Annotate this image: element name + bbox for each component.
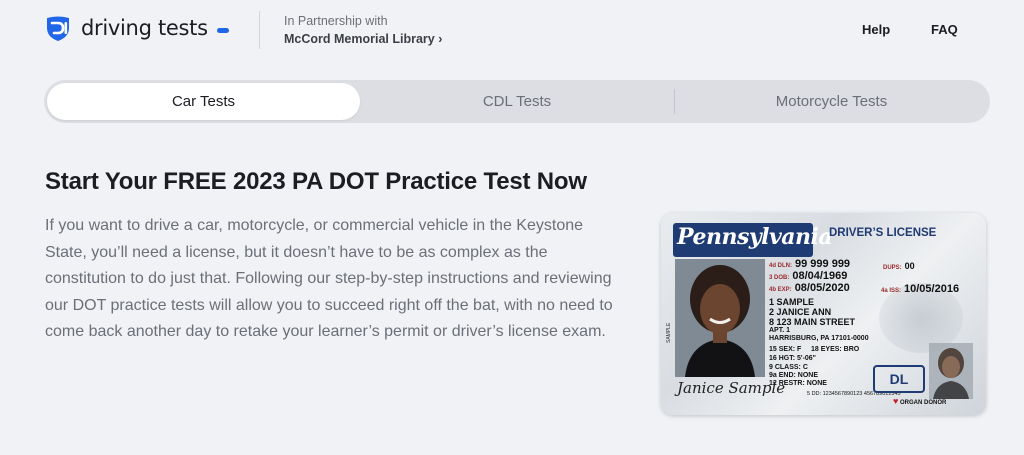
tab-separator — [674, 89, 675, 114]
license-state-name: Pennsylvania — [677, 224, 833, 250]
test-type-tabs: Car Tests CDL Tests Motorcycle Tests — [44, 80, 990, 123]
site-header: driving tests In Partnership with McCord… — [0, 0, 1024, 60]
license-ghost-photo — [929, 343, 973, 399]
partner-link[interactable]: McCord Memorial Library › — [284, 30, 442, 48]
logo-text: driving tests — [81, 16, 208, 40]
license-address-3: HARRISBURG, PA 17101-0000 — [769, 335, 869, 342]
chevron-right-icon: › — [438, 32, 443, 46]
page-title: Start Your FREE 2023 PA DOT Practice Tes… — [45, 168, 587, 195]
dl-badge: DL — [873, 365, 925, 393]
help-link[interactable]: Help — [862, 22, 890, 37]
heart-icon: ♥ — [893, 396, 899, 406]
intro-paragraph: If you want to drive a car, motorcycle, … — [45, 217, 613, 340]
license-side-text: SAMPLE — [666, 322, 672, 343]
license-exp: 4b EXP: 08/05/2020 — [769, 282, 850, 294]
header-divider — [259, 11, 260, 49]
license-photo — [675, 259, 765, 377]
license-site: visitPA.com USA — [763, 249, 808, 255]
tab-car-tests[interactable]: Car Tests — [47, 83, 360, 120]
license-signature: Janice Sample — [677, 379, 786, 397]
site-logo[interactable]: driving tests — [44, 14, 229, 42]
tab-motorcycle-tests[interactable]: Motorcycle Tests — [676, 83, 987, 120]
faq-link[interactable]: FAQ — [931, 22, 958, 37]
partner-line: In Partnership with — [284, 14, 388, 28]
tab-cdl-tests[interactable]: CDL Tests — [362, 83, 672, 120]
sample-drivers-license-image: Pennsylvania visitPA.com USA DRIVER’S LI… — [661, 213, 986, 415]
license-doc-type: DRIVER’S LICENSE — [829, 227, 937, 239]
license-dups: DUPS: 00 — [883, 261, 915, 271]
driving-tests-logo-icon — [47, 16, 69, 41]
partner-link-label: McCord Memorial Library — [284, 32, 435, 46]
license-eyes: 18 EYES: BRO — [811, 346, 860, 353]
license-iss: 4a ISS: 10/05/2016 — [881, 283, 960, 295]
logo-accent-dash — [216, 27, 229, 33]
partnership-block: In Partnership with McCord Memorial Libr… — [284, 12, 442, 48]
